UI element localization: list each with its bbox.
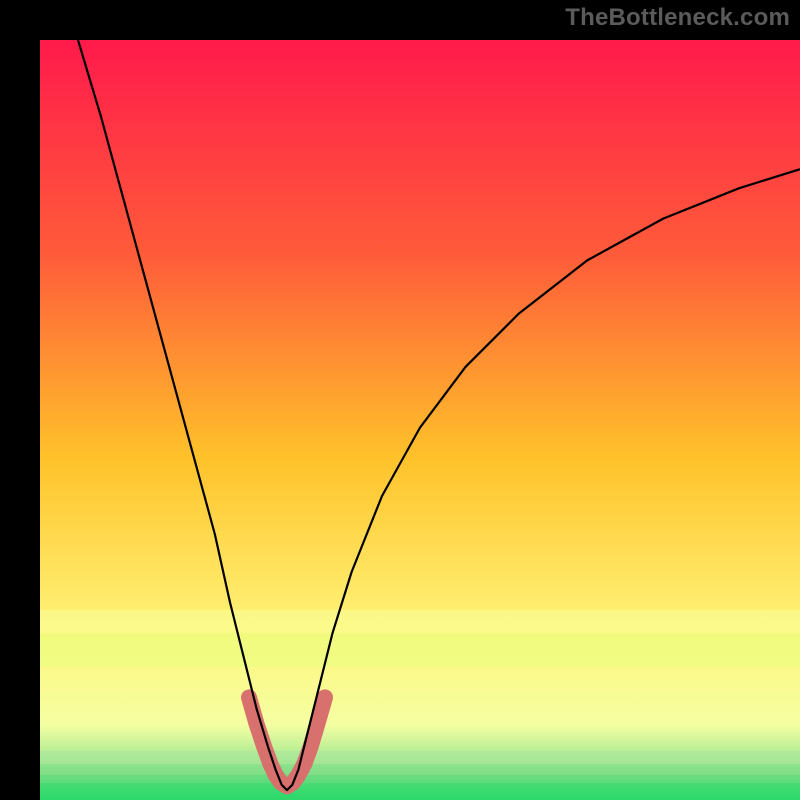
frame: TheBottleneck.com — [0, 0, 800, 800]
watermark-text: TheBottleneck.com — [565, 4, 790, 32]
chart-area — [40, 40, 800, 800]
chart-svg — [40, 40, 800, 800]
chart-background — [40, 40, 800, 800]
